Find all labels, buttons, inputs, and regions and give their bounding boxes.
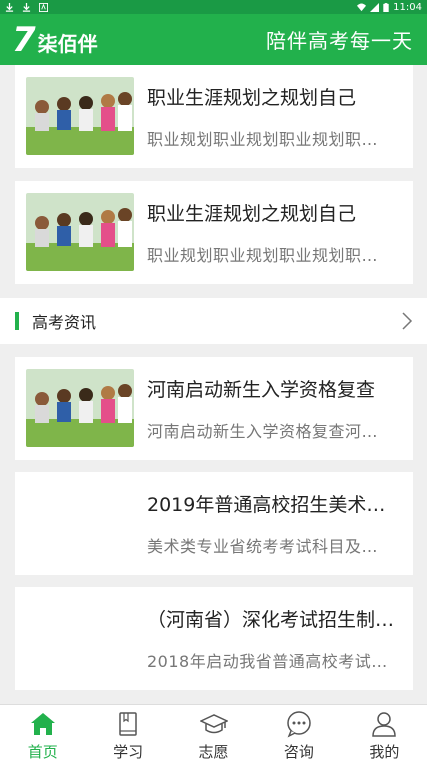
bottom-tab-bar: 首页 学习 志愿 咨询 我的 bbox=[0, 704, 427, 762]
chat-icon bbox=[287, 711, 311, 738]
article-title: 职业生涯规划之规划自己 bbox=[147, 87, 357, 109]
tab-volunteer[interactable]: 志愿 bbox=[171, 705, 256, 762]
article-subtitle: 职业规划职业规划职业规划职业规划 bbox=[147, 130, 393, 149]
tab-label: 我的 bbox=[369, 743, 400, 761]
tab-home[interactable]: 首页 bbox=[0, 705, 85, 762]
tab-study[interactable]: 学习 bbox=[85, 705, 170, 762]
header-slogan: 陪伴高考每一天 bbox=[266, 29, 413, 53]
app-logo: 7 柒佰伴 bbox=[12, 22, 98, 57]
article-title: 职业生涯规划之规划自己 bbox=[147, 203, 357, 225]
home-icon bbox=[30, 713, 55, 735]
news-title: 河南启动新生入学资格复查 bbox=[147, 379, 376, 401]
article-image bbox=[26, 369, 134, 447]
download-icon bbox=[22, 2, 31, 12]
tab-consult[interactable]: 咨询 bbox=[256, 705, 341, 762]
article-image bbox=[26, 77, 134, 155]
article-card[interactable]: 职业生涯规划之规划自己 职业规划职业规划职业规划职业规划 bbox=[15, 65, 413, 168]
status-time: 11:04 bbox=[393, 1, 422, 13]
news-title: （河南省）深化考试招生制度改革 bbox=[147, 609, 403, 631]
tab-label: 志愿 bbox=[198, 743, 229, 761]
news-title: 2019年普通高校招生美术类专业 bbox=[147, 494, 403, 516]
article-card[interactable]: 职业生涯规划之规划自己 职业规划职业规划职业规划职业规划 bbox=[15, 181, 413, 284]
section-title: 高考资讯 bbox=[32, 313, 97, 332]
text-icon bbox=[39, 2, 48, 12]
wifi-icon bbox=[357, 2, 367, 11]
news-subtitle: 2018年启动我省普通高校考试招生 bbox=[147, 652, 393, 671]
signal-icon bbox=[370, 2, 380, 12]
user-icon bbox=[372, 712, 397, 737]
app-header: 7 柒佰伴 陪伴高考每一天 bbox=[0, 14, 427, 65]
news-card[interactable]: （河南省）深化考试招生制度改革 2018年启动我省普通高校考试招生 bbox=[15, 587, 413, 690]
article-image-placeholder bbox=[26, 599, 134, 677]
chevron-right-icon[interactable] bbox=[399, 311, 415, 331]
article-image bbox=[26, 193, 134, 271]
content-scroll[interactable]: 职业生涯规划之规划自己 职业规划职业规划职业规划职业规划 职业生涯规划之规划自己… bbox=[0, 65, 427, 704]
news-card[interactable]: 河南启动新生入学资格复查 河南启动新生入学资格复查河南启动 bbox=[15, 357, 413, 460]
section-accent-bar bbox=[15, 312, 19, 330]
news-subtitle: 河南启动新生入学资格复查河南启动 bbox=[147, 422, 393, 441]
tab-label: 首页 bbox=[27, 743, 58, 761]
download-icon bbox=[5, 2, 14, 12]
graduation-cap-icon bbox=[199, 714, 228, 734]
article-image-placeholder bbox=[26, 484, 134, 562]
news-subtitle: 美术类专业省统考考试科目及分值 bbox=[147, 537, 393, 556]
logo-text: 柒佰伴 bbox=[37, 32, 98, 56]
news-card[interactable]: 2019年普通高校招生美术类专业 美术类专业省统考考试科目及分值 bbox=[15, 472, 413, 575]
battery-icon bbox=[383, 2, 389, 12]
tab-label: 学习 bbox=[113, 743, 144, 761]
logo-mark: 7 bbox=[12, 19, 36, 60]
status-bar: 11:04 bbox=[0, 0, 427, 14]
book-icon bbox=[119, 712, 137, 736]
tab-label: 咨询 bbox=[283, 743, 314, 761]
tab-mine[interactable]: 我的 bbox=[342, 705, 427, 762]
article-subtitle: 职业规划职业规划职业规划职业规划 bbox=[147, 246, 393, 265]
news-section-header[interactable]: 高考资讯 bbox=[0, 298, 427, 344]
